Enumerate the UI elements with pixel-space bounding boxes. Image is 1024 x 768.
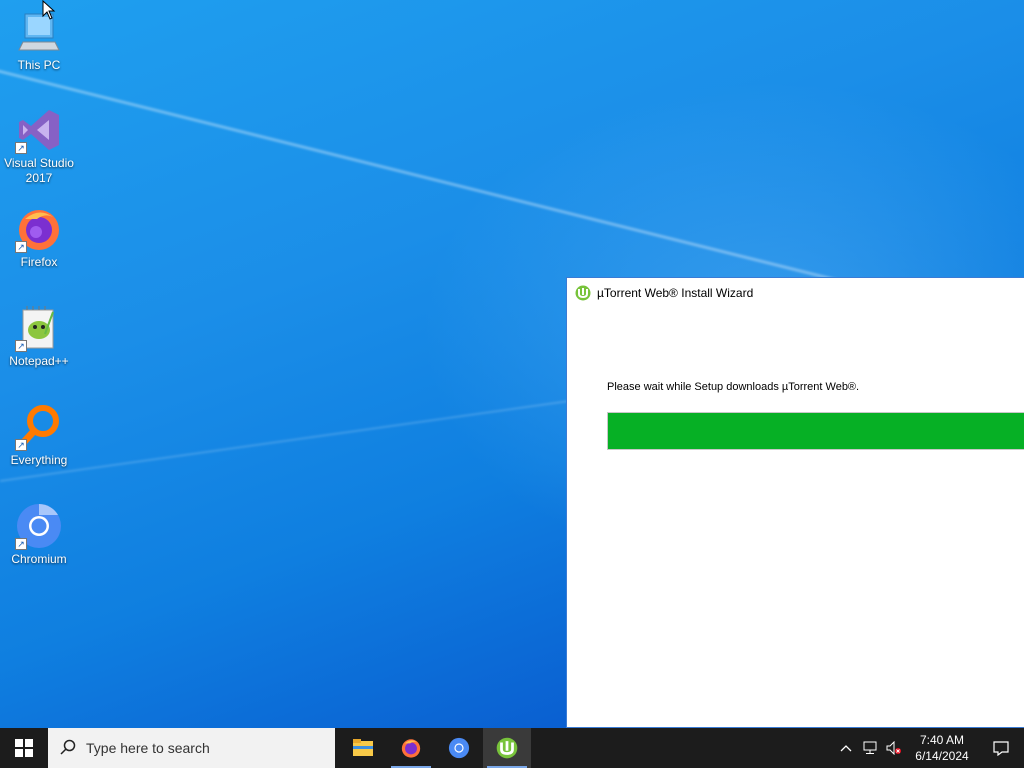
firefox-icon: ↗ [15, 205, 63, 253]
window-titlebar[interactable]: µTorrent Web® Install Wizard [567, 278, 1024, 308]
desktop-icon-label: This PC [17, 58, 61, 72]
desktop-icon-notepadpp[interactable]: ↗ Notepad++ [2, 304, 76, 369]
shortcut-arrow-icon: ↗ [15, 340, 27, 352]
everything-search-icon: ↗ [15, 403, 63, 451]
shortcut-arrow-icon: ↗ [15, 439, 27, 451]
show-hidden-icons-chevron-icon[interactable] [834, 728, 858, 768]
visual-studio-icon: ↗ [15, 106, 63, 154]
file-explorer-icon [353, 739, 373, 756]
action-center-button[interactable] [978, 728, 1024, 768]
desktop-icon-firefox[interactable]: ↗ Firefox [2, 205, 76, 270]
windows-logo-icon [15, 739, 33, 757]
window-title: µTorrent Web® Install Wizard [597, 286, 754, 300]
desktop-icon-label: Firefox [20, 255, 58, 269]
shortcut-arrow-icon: ↗ [15, 142, 27, 154]
taskbar-utorrent[interactable] [483, 728, 531, 768]
desktop-icon-everything[interactable]: ↗ Everything [2, 403, 76, 468]
download-progress-bar [607, 412, 1024, 450]
install-wizard-window[interactable]: µTorrent Web® Install Wizard Please wait… [566, 277, 1024, 728]
volume-muted-icon[interactable] [882, 728, 906, 768]
desktop-icon-label: Everything [10, 453, 68, 467]
taskbar-file-explorer[interactable] [339, 728, 387, 768]
desktop-icon-label: Notepad++ [9, 354, 69, 368]
utorrent-logo-icon [575, 285, 591, 301]
desktop-icon-label: Visual Studio 2017 [4, 156, 74, 185]
chromium-icon: ↗ [15, 502, 63, 550]
chromium-icon [448, 737, 470, 759]
taskbar-search-box[interactable]: Type here to search [48, 728, 335, 768]
clock-time: 7:40 AM [919, 733, 965, 747]
desktop-icon-visual-studio[interactable]: ↗ Visual Studio 2017 [2, 106, 76, 186]
shortcut-arrow-icon: ↗ [15, 241, 27, 253]
clock-date: 6/14/2024 [915, 749, 969, 763]
desktop: This PC ↗ Visual Studio 2017 ↗ Firefox ↗… [0, 0, 1024, 728]
search-placeholder: Type here to search [86, 740, 210, 756]
desktop-icon-chromium[interactable]: ↗ Chromium [2, 502, 76, 567]
shortcut-arrow-icon: ↗ [15, 538, 27, 550]
desktop-icon-this-pc[interactable]: This PC [2, 8, 76, 73]
start-button[interactable] [0, 728, 48, 768]
taskbar: Type here to search 7:40 AM 6/14/2024 [0, 728, 1024, 768]
progress-fill [608, 413, 1024, 449]
mouse-cursor-icon [42, 0, 56, 25]
search-icon [60, 739, 76, 758]
utorrent-icon [496, 737, 518, 759]
taskbar-firefox[interactable] [387, 728, 435, 768]
download-status-text: Please wait while Setup downloads µTorre… [607, 381, 860, 393]
network-icon[interactable] [858, 728, 882, 768]
taskbar-chromium[interactable] [435, 728, 483, 768]
taskbar-clock[interactable]: 7:40 AM 6/14/2024 [906, 732, 978, 764]
notification-icon [993, 741, 1009, 756]
desktop-icon-label: Chromium [11, 552, 67, 566]
firefox-icon [401, 739, 421, 758]
notepadpp-icon: ↗ [15, 304, 63, 352]
